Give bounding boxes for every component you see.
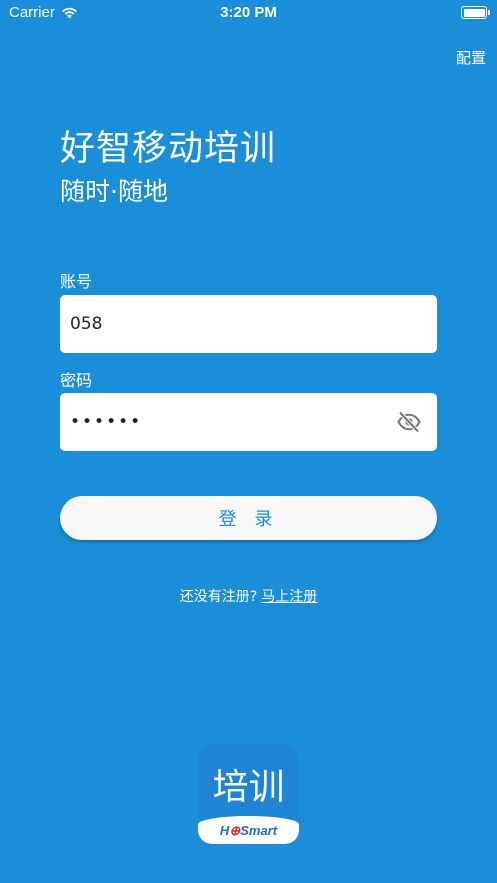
plus-icon: ⊕	[229, 823, 241, 838]
app-subtitle: 随时·随地	[60, 177, 168, 206]
logo-text: 培训	[212, 767, 285, 808]
app-title: 好智移动培训	[60, 129, 277, 169]
account-input[interactable]: 058	[60, 295, 437, 353]
login-button[interactable]: 登 录	[60, 496, 437, 540]
clock: 3:20 PM	[220, 4, 277, 21]
app-logo: 培训 H⊕Smart	[198, 744, 299, 844]
logo-brand: H⊕Smart	[219, 823, 278, 838]
register-prompt: 还没有注册?	[179, 589, 258, 605]
password-label: 密码	[60, 371, 93, 390]
password-input[interactable]: ••••••	[60, 393, 437, 451]
config-button[interactable]: 配置	[456, 47, 486, 68]
password-value: ••••••	[70, 412, 143, 432]
account-value: 058	[70, 314, 103, 334]
eye-off-icon[interactable]	[397, 411, 421, 433]
register-link[interactable]: 马上注册	[261, 589, 317, 605]
account-label: 账号	[60, 272, 93, 291]
register-row: 还没有注册? 马上注册	[0, 586, 497, 606]
battery-icon	[461, 6, 490, 19]
status-bar: Carrier 3:20 PM	[0, 0, 497, 26]
